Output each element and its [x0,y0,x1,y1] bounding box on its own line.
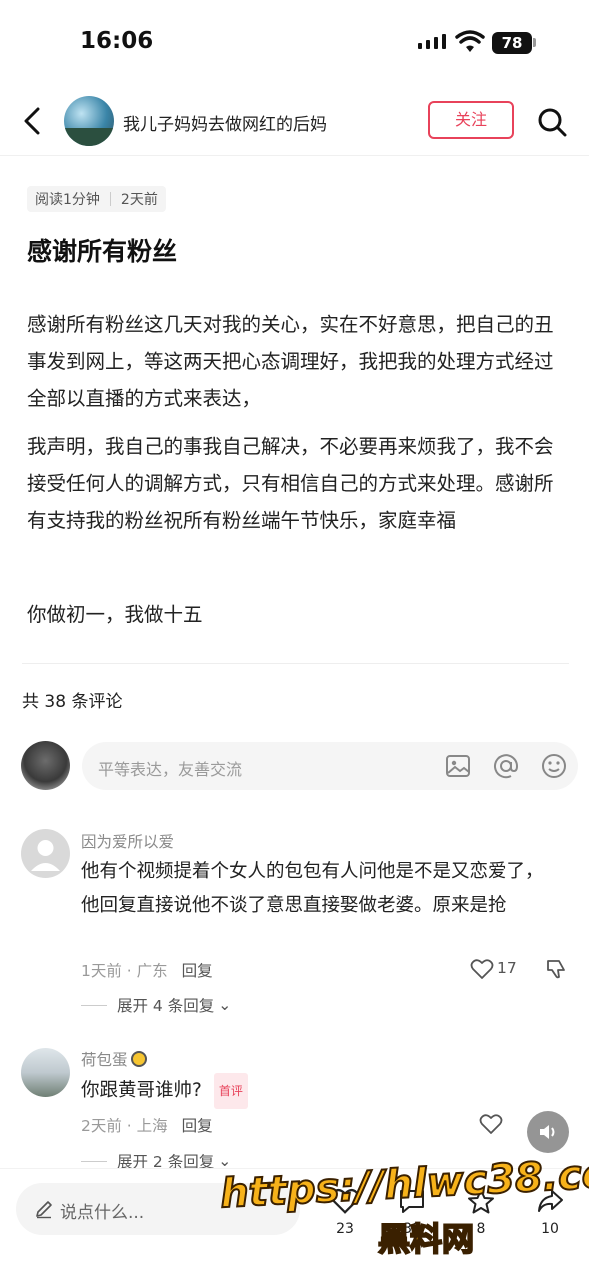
like-count: 17 [497,959,517,977]
share-action[interactable]: 10 [528,1187,572,1237]
read-time: 阅读1分钟 [35,192,100,208]
pen-icon [36,1201,52,1219]
like-action[interactable]: 23 [323,1187,367,1237]
signal-icon [418,34,446,49]
say-something-input[interactable]: 说点什么... [16,1183,300,1235]
first-comment-badge: 首评 [213,1073,248,1109]
like-icon[interactable] [470,958,494,980]
comment-input[interactable]: 平等表达，友善交流 [82,742,578,790]
expand-line [81,1160,107,1162]
article-meta: 阅读1分钟 2天前 [27,186,166,212]
wifi-icon [455,30,485,52]
divider [22,663,569,664]
expand-line [81,1004,107,1006]
comment-time-location: 2天前 · 上海 [81,1117,168,1135]
search-icon[interactable] [536,106,568,138]
sound-toggle-button[interactable] [527,1111,569,1153]
meta-divider [109,192,111,206]
emoji-icon[interactable] [540,752,568,780]
image-icon[interactable] [444,752,472,780]
comment-text: 你跟黄哥谁帅? 首评 [81,1073,561,1109]
battery-indicator: 78 [492,32,532,54]
share-icon [538,1190,563,1212]
author-name[interactable]: 我儿子妈妈去做网红的后妈 [123,110,327,135]
chevron-down-icon: ⌄ [218,996,232,1014]
like-icon[interactable] [479,1113,503,1135]
reply-button[interactable]: 回复 [182,1117,213,1135]
comment-text: 他有个视频提着个女人的包包有人问他是不是又恋爱了，他回复直接说他不谈了意思直接娶… [81,861,544,916]
article-paragraph: 我声明，我自己的事我自己解决，不必要再来烦我了，我不会接受任何人的调解方式，只有… [27,435,554,532]
comment-meta: 1天前 · 广东 回复 [81,959,213,981]
back-arrow-icon[interactable] [18,104,48,138]
top-navigation: 我儿子妈妈去做网红的后妈 关注 [0,88,589,156]
say-something-placeholder: 说点什么... [60,1203,145,1223]
commenter-avatar[interactable] [21,829,70,878]
post-time: 2天前 [120,192,158,208]
speaker-icon [540,1125,555,1139]
share-total: 10 [541,1221,559,1237]
comment-icon [400,1190,424,1213]
comment-count: 共 38 条评论 [22,692,123,712]
comment-time-location: 1天前 · 广东 [81,962,168,980]
egg-icon [130,1051,147,1067]
mention-icon[interactable] [492,752,520,780]
default-user-icon [31,840,60,871]
comment-text-content: 你跟黄哥谁帅? [81,1080,202,1101]
article-title: 感谢所有粉丝 [27,237,178,266]
commenter-avatar[interactable] [21,1048,70,1097]
status-bar: 16:06 78 [0,0,589,88]
battery-tip [533,38,536,47]
favorite-total: 8 [476,1221,486,1237]
commenter-name-text: 荷包蛋 [81,1051,128,1069]
author-avatar[interactable] [64,96,114,146]
like-total: 23 [336,1221,354,1237]
heart-icon [330,1188,360,1214]
my-avatar [21,741,70,790]
commenter-name[interactable]: 荷包蛋 [81,1048,147,1070]
star-icon [468,1189,494,1214]
commenter-name[interactable]: 因为爱所以爱 [81,830,174,852]
status-time: 16:06 [80,28,154,54]
article-paragraph: 你做初一，我做十五 [27,603,203,626]
bottom-action-bar: 说点什么... 23 38 8 10 [0,1168,589,1280]
reply-button[interactable]: 回复 [182,962,213,980]
comment-action[interactable]: 38 [390,1187,434,1237]
expand-replies[interactable]: 展开 4 条回复 ⌄ [81,994,231,1016]
follow-button[interactable]: 关注 [428,101,514,139]
expand-replies-label: 展开 4 条回复 [117,997,215,1015]
comment-total: 38 [403,1221,421,1237]
favorite-action[interactable]: 8 [459,1187,503,1237]
article-paragraph: 感谢所有粉丝这几天对我的关心，实在不好意思，把自己的丑事发到网上，等这两天把心态… [27,313,554,410]
comment-meta: 2天前 · 上海 回复 [81,1114,213,1136]
comment-input-placeholder: 平等表达，友善交流 [98,760,243,779]
dislike-icon[interactable] [545,958,567,980]
